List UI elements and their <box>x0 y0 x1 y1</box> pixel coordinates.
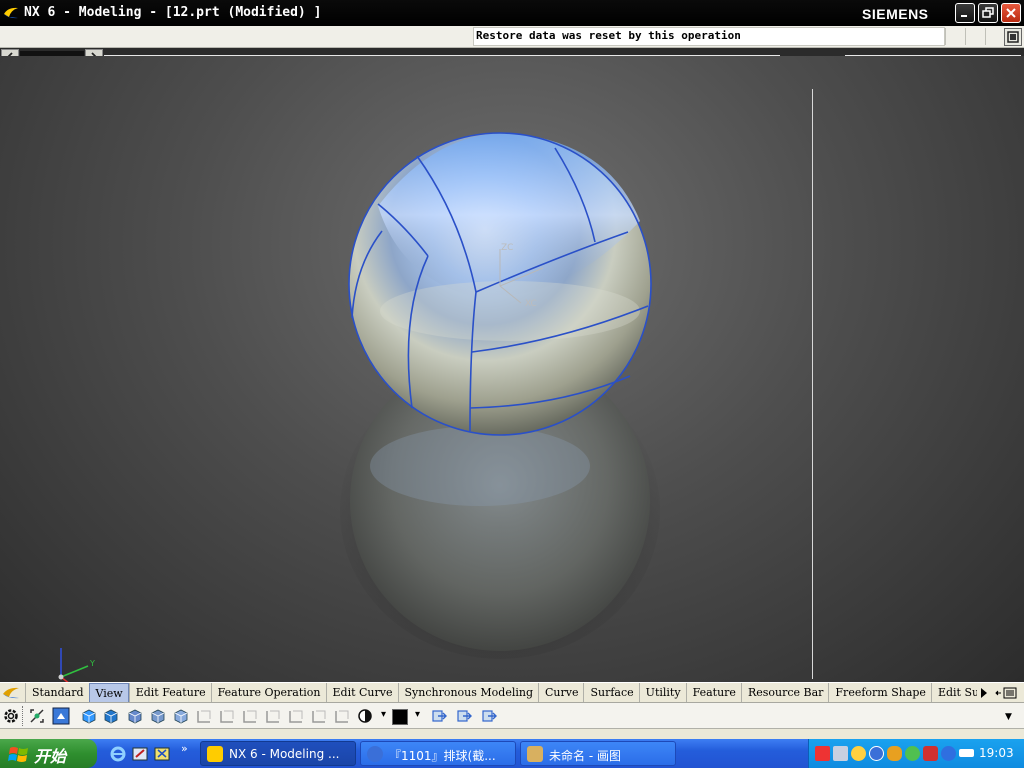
toolbar-dock-gap <box>0 729 1024 739</box>
toolbar-tab[interactable]: View <box>88 683 129 702</box>
toolbar-grip[interactable] <box>22 706 26 726</box>
paint-icon <box>527 746 543 762</box>
status-message: Restore data was reset by this operation <box>476 29 741 42</box>
antivirus-icon[interactable] <box>923 746 938 761</box>
dropdown-arrow-icon[interactable]: ▾ <box>381 709 386 720</box>
wireframe-dark-icon[interactable] <box>126 707 144 725</box>
toolbar-options-icon <box>995 687 1017 699</box>
wcs-zc-label: ZC <box>501 243 514 253</box>
qq-penguin-icon[interactable] <box>887 746 902 761</box>
media-player-icon[interactable] <box>153 745 171 763</box>
view-separator-line <box>812 89 813 679</box>
toolbar-tab[interactable]: Freeform Shape <box>828 683 931 702</box>
status-bar: Restore data was reset by this operation <box>0 26 1024 48</box>
maxthon-icon <box>367 746 383 762</box>
right-view-icon[interactable] <box>310 707 328 725</box>
triad-y-label: Y <box>89 659 95 668</box>
start-button[interactable]: 开始 <box>0 739 97 768</box>
network-icon[interactable] <box>815 746 830 761</box>
absolute-csys-triad: Y <box>58 648 95 682</box>
face-analysis-icon[interactable] <box>195 707 213 725</box>
quicklaunch-more-icon[interactable]: » <box>181 742 188 755</box>
view-toolbar: ▾ ▾ ▼ <box>0 703 1024 729</box>
shaded-with-edges-icon[interactable] <box>80 707 98 725</box>
wcs-xc-label: XC <box>525 299 537 309</box>
taskbar-task[interactable]: NX 6 - Modeling ... <box>200 741 356 766</box>
taskbar-task[interactable]: 未命名 - 画图 <box>520 741 676 766</box>
volleyball-model[interactable] <box>0 56 1024 682</box>
security-icon[interactable] <box>905 746 920 761</box>
status-separator <box>985 28 986 45</box>
close-button[interactable] <box>1001 3 1021 23</box>
ime-icon[interactable] <box>833 746 848 761</box>
toolbar-tab[interactable]: Curve <box>538 683 583 702</box>
taskbar-task-label: NX 6 - Modeling ... <box>229 747 340 761</box>
nx-menu-icon[interactable] <box>2 685 20 701</box>
toolbar-tab[interactable]: Synchronous Modeling <box>397 683 539 702</box>
show-desktop-icon[interactable] <box>131 745 149 763</box>
toolbar-tab-row: Standard View Edit Feature Feature Operatio… <box>0 682 1024 703</box>
status-separator <box>945 28 946 45</box>
toolbar-options-button[interactable] <box>993 685 1021 701</box>
color-picker-icon[interactable] <box>430 707 448 725</box>
fullscreen-icon <box>1007 31 1019 43</box>
internet-explorer-icon[interactable] <box>109 745 127 763</box>
orient-view-icon[interactable] <box>52 707 70 725</box>
graphics-viewport[interactable]: ZC XC Y <box>0 56 1024 682</box>
title-bar: NX 6 - Modeling - [12.prt (Modified) ] S… <box>0 0 1024 26</box>
toolbar-tab[interactable]: Feature <box>685 683 741 702</box>
toolbar-tab[interactable]: Edit Feature <box>128 683 211 702</box>
close-icon <box>1006 8 1016 18</box>
keyboard-icon[interactable] <box>959 749 974 757</box>
toolbar-tabs: Standard View Edit Feature Feature Operatio… <box>25 683 989 702</box>
restore-button[interactable] <box>978 3 998 23</box>
top-view-icon[interactable] <box>264 707 282 725</box>
horizon-reflection <box>380 281 640 341</box>
clock[interactable]: 19:03 <box>979 746 1014 760</box>
windows-flag-icon <box>8 747 28 762</box>
toolbar-tab[interactable]: Resource Bar <box>740 683 828 702</box>
front-view-icon[interactable] <box>287 707 305 725</box>
start-label: 开始 <box>34 747 67 766</box>
studio-icon[interactable] <box>218 707 236 725</box>
dropdown-arrow-icon[interactable]: ▾ <box>415 709 420 720</box>
toolbar-tab[interactable]: Standard <box>25 683 89 702</box>
shaded-icon[interactable] <box>102 707 120 725</box>
taskbar-task[interactable]: 『1101』排球(截... <box>360 741 516 766</box>
toolbar-expand-arrow-icon[interactable]: ▼ <box>1005 712 1012 722</box>
clip-section-icon[interactable] <box>455 707 473 725</box>
toolbar-tab[interactable]: Surface <box>583 683 638 702</box>
nx-app-icon[interactable] <box>3 5 19 21</box>
fullscreen-toggle-button[interactable] <box>1004 28 1022 46</box>
tab-overflow-button[interactable] <box>977 685 991 701</box>
window-title: NX 6 - Modeling - [12.prt (Modified) ] <box>24 5 322 20</box>
windows-taskbar: 开始 » NX 6 - Modeling ... 『1101』排球(截... 未命名… <box>0 739 1024 768</box>
status-separator <box>965 28 966 45</box>
toolbar-tab[interactable]: Edit Curve <box>325 683 398 702</box>
isometric-icon[interactable] <box>333 707 351 725</box>
toolbar-tab[interactable]: Feature Operation <box>210 683 326 702</box>
play-right-icon <box>981 688 987 698</box>
background-color-swatch[interactable] <box>392 709 408 725</box>
taskbar-task-label: 『1101』排球(截... <box>389 749 496 763</box>
minimize-icon <box>961 15 967 17</box>
toolbar-tab[interactable]: Utility <box>638 683 686 702</box>
partially-shaded-icon[interactable] <box>241 707 259 725</box>
nx-icon <box>207 746 223 762</box>
minimize-button[interactable] <box>955 3 975 23</box>
help-icon[interactable] <box>941 746 956 761</box>
siemens-logo: SIEMENS <box>862 6 929 22</box>
new-section-icon[interactable] <box>480 707 498 725</box>
render-style-icon[interactable] <box>356 707 374 725</box>
maxthon-tray-icon[interactable] <box>869 746 884 761</box>
wireframe-hidden-icon[interactable] <box>149 707 167 725</box>
taskbar-task-label: 未命名 - 画图 <box>549 749 621 763</box>
system-tray: 19:03 <box>808 739 1024 768</box>
gear-icon[interactable] <box>2 707 20 725</box>
zoom-fit-icon[interactable] <box>28 707 46 725</box>
static-wireframe-icon[interactable] <box>172 707 190 725</box>
reflection-highlight <box>370 426 590 506</box>
restore-icon <box>982 7 994 18</box>
qq-face-icon[interactable] <box>851 746 866 761</box>
